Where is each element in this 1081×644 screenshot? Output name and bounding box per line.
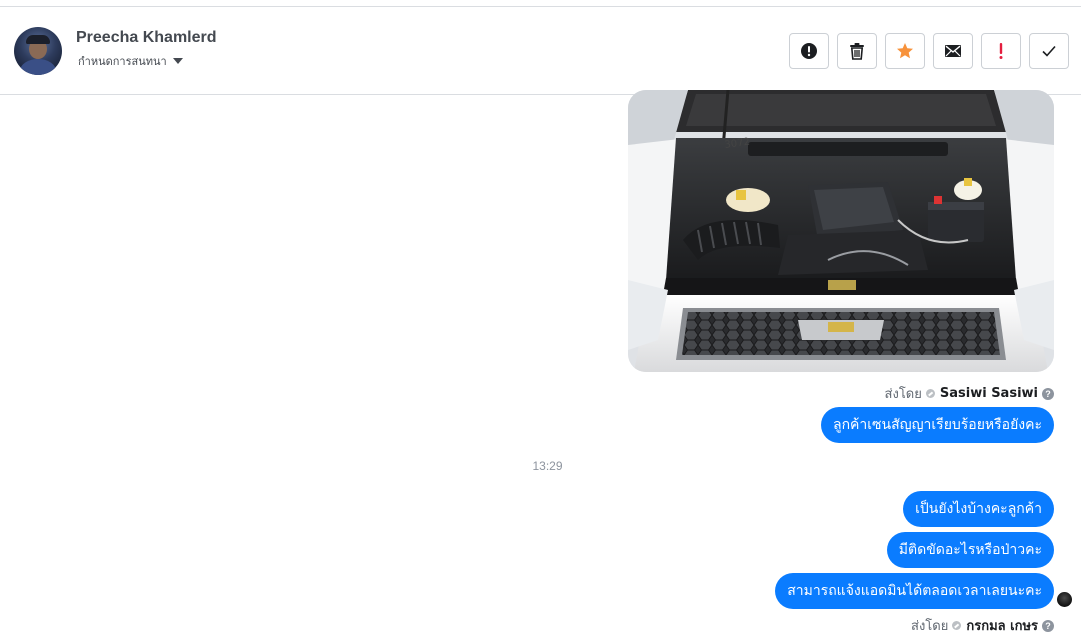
sender-name[interactable]: กรกมล เกษร xyxy=(966,615,1038,636)
conversation-settings-label: กำหนดการสนทนา xyxy=(78,55,167,68)
conversation-settings-dropdown[interactable]: กำหนดการสนทนา xyxy=(78,52,183,70)
trash-icon xyxy=(850,43,864,60)
avatar-hat xyxy=(26,35,50,44)
message-bubble[interactable]: ลูกค้าเซนสัญญาเรียบร้อยหรือยังคะ xyxy=(820,407,1054,443)
message-bubble[interactable]: สามารถแจ้งแอดมินได้ตลอดเวลาเลยนะคะ xyxy=(775,573,1054,609)
timestamp: 13:29 xyxy=(532,459,563,473)
car-engine-photo: 3072 xyxy=(628,90,1054,372)
conversation-header: Preecha Khamlerd กำหนดการสนทนา xyxy=(0,7,1081,95)
follow-up-button[interactable] xyxy=(981,33,1021,69)
mark-unread-button[interactable] xyxy=(933,33,973,69)
avatar-body xyxy=(20,59,56,75)
contact-name[interactable]: Preecha Khamlerd xyxy=(76,29,217,47)
envelope-icon xyxy=(945,45,961,57)
conversation-actions xyxy=(789,33,1069,69)
sent-by-line: ส่งโดย Sasiwi Sasiwi ? xyxy=(885,383,1054,404)
checkmark-icon xyxy=(1042,45,1056,57)
alert-circle-icon xyxy=(801,43,817,59)
contact-avatar[interactable] xyxy=(14,27,62,75)
via-check-icon xyxy=(925,389,935,398)
help-icon[interactable]: ? xyxy=(1042,387,1054,400)
sent-by-prefix: ส่งโดย xyxy=(884,387,922,402)
delete-button[interactable] xyxy=(837,33,877,69)
help-icon[interactable]: ? xyxy=(1042,619,1054,632)
sender-name[interactable]: Sasiwi Sasiwi xyxy=(940,386,1038,401)
image-message[interactable]: 3072 xyxy=(628,90,1054,372)
star-icon xyxy=(897,43,913,59)
sent-by-line: ส่งโดย กรกมล เกษร ? xyxy=(911,615,1054,636)
message-bubble[interactable]: มีติดขัดอะไรหรือป่าวคะ xyxy=(886,532,1054,568)
report-spam-button[interactable] xyxy=(789,33,829,69)
message-bubble[interactable]: เป็นยังไงบ้างคะลูกค้า xyxy=(903,491,1054,527)
star-button[interactable] xyxy=(885,33,925,69)
mark-done-button[interactable] xyxy=(1029,33,1069,69)
sent-by-prefix: ส่งโดย xyxy=(911,619,949,634)
caret-down-icon xyxy=(172,58,183,64)
exclamation-icon xyxy=(999,43,1003,59)
seen-avatar xyxy=(1057,592,1072,607)
inbox-conversation-view: Preecha Khamlerd กำหนดการสนทนา 3072 ส่งโ… xyxy=(0,0,1081,644)
via-check-icon xyxy=(952,621,962,630)
